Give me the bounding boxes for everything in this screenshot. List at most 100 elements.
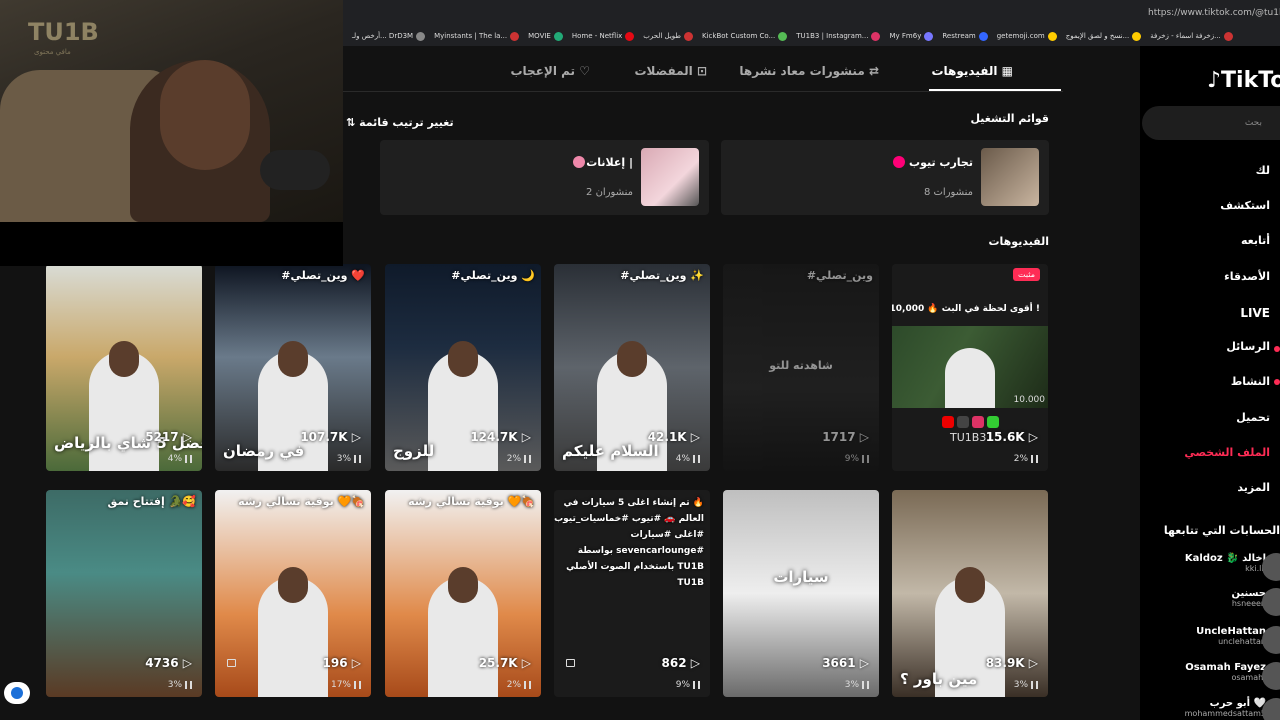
view-count: 196 ▷ (323, 656, 361, 670)
bookmark-favicon-icon (1047, 31, 1057, 41)
following-user[interactable]: Osamah Fayez osamahf (1185, 662, 1280, 690)
video-card[interactable]: مثبت أقوى لحظة في البث 🔥 10,000 متابع ! 10… (892, 264, 1048, 471)
engagement-percent: 3% (844, 680, 859, 690)
video-caption: أقوى لحظة في البث 🔥 10,000 متابع ! (892, 304, 1040, 314)
playlist-card[interactable]: إعلانات | منشوران 2 (380, 140, 709, 215)
tab-videos[interactable]: الفيديوهات ▦ (931, 64, 1013, 78)
bar-chart-icon (524, 681, 531, 689)
video-card[interactable]: بوفية تسالي رشه 🧡🍖 196 ▷ 17% (215, 490, 371, 697)
lock-icon (227, 659, 236, 667)
following-user[interactable]: Kaldoz 🐉 إخالد kki.lk (1184, 553, 1280, 581)
search-input[interactable]: بحث (1142, 106, 1280, 140)
video-card[interactable]: #وين_تصلي 🌙 للزوج 124.7K ▷ 2% (385, 264, 541, 471)
heart-icon: ♡ (579, 64, 590, 78)
bar-chart-icon (862, 455, 869, 463)
video-caption: بوفية تسالي رشه 🧡🍖 (408, 495, 535, 508)
view-count: 5217 ▷ (145, 430, 192, 444)
bookmark-item[interactable]: نسخ و لصق الإيموج... (1066, 31, 1142, 41)
sidebar-item[interactable]: تحميل (1236, 411, 1270, 424)
bookmark-label: أرخص ولـ... DrD3M (352, 32, 414, 40)
sidebar-item[interactable]: المزيد (1237, 481, 1270, 494)
following-user[interactable]: أبو حرب 🤍 mohammedsattam5 (1185, 698, 1280, 720)
bar-chart-icon (693, 455, 700, 463)
bookmark-item[interactable]: Myinstants | The la... (434, 31, 520, 41)
social-icon (987, 416, 999, 428)
bookmark-item[interactable]: طويل الحرب (643, 31, 693, 41)
video-card[interactable]: بوفية تسالي رشه 🧡🍖 25.7K ▷ 2% (385, 490, 541, 697)
tiktok-profile-page: https://www.tiktok.com/@tu1b أرخص ولـ...… (0, 0, 1280, 720)
sidebar-item[interactable]: LIVE (1240, 306, 1270, 320)
sidebar-item[interactable]: الأصدقاء (1224, 270, 1270, 283)
following-name: Kaldoz 🐉 إخالد (1184, 553, 1266, 564)
avatar (1262, 626, 1280, 654)
bookmark-label: Myinstants | The la... (434, 32, 508, 40)
video-card[interactable]: سيارات 3661 ▷ 3% (723, 490, 879, 697)
bookmark-item[interactable]: زخرفة اسماء - زخرفة... (1150, 31, 1233, 41)
view-count-value: 1717 (822, 430, 856, 444)
tab-reposts[interactable]: منشورات معاد نشرها ⇄ (739, 64, 879, 78)
bookmark-label: My Fm6y (889, 32, 922, 40)
following-handle: unclehattan (1218, 637, 1266, 646)
engagement-percent: 2% (506, 680, 521, 690)
bookmark-item[interactable]: TU1B3 | Instagram... (796, 31, 881, 41)
playlist-card[interactable]: تجارب تيوب 8 منشورات (721, 140, 1049, 215)
live-viewer-count: 10.000 (1013, 395, 1046, 405)
heart-eyes-emoji-icon (893, 156, 905, 168)
bookmark-item[interactable]: أرخص ولـ... DrD3M (352, 31, 426, 41)
sidebar-item[interactable]: الملف الشخصي (1184, 446, 1270, 459)
engagement-percent: 9% (675, 680, 690, 690)
view-count: 862 ▷ (662, 656, 700, 670)
video-card[interactable]: أفضل 5 شاي بالرياض5217 ▷4% (46, 264, 202, 471)
following-user[interactable]: UncleHattan unclehattan (1196, 626, 1280, 654)
avatar (1262, 588, 1280, 616)
bar-chart-icon (354, 455, 361, 463)
sidebar-item[interactable]: لك (1256, 164, 1270, 177)
bookmark-item[interactable]: getemoji.com (997, 31, 1057, 41)
sidebar-item[interactable]: استكشف (1220, 199, 1270, 212)
video-caption: #وين_تصلي ❤️ (281, 269, 365, 282)
bookmark-item[interactable]: My Fm6y (889, 31, 934, 41)
tab-label: منشورات معاد نشرها (739, 64, 865, 78)
reorder-playlists-button[interactable]: ⇅ تغيير ترتيب قائمة (346, 116, 454, 129)
tab-favorites[interactable]: المفضلات ⊡ (634, 64, 707, 78)
profile-tabs: الفيديوهات ▦ منشورات معاد نشرها ⇄ المفضل… (343, 46, 1063, 92)
playlist-title: إعلانات | (586, 156, 633, 169)
playlist-thumbnail (641, 148, 699, 206)
floating-extension-button[interactable] (4, 682, 30, 704)
bookmark-favicon-icon (871, 31, 881, 41)
sidebar-item[interactable]: أتابعه (1241, 234, 1270, 247)
bookmark-item[interactable]: MOVIE (528, 31, 563, 41)
video-title-overlay: سيارات (773, 568, 829, 586)
video-card[interactable]: 🔥 تم إنشاء اغلى 5 سيارات في العالم 🚗 #تي… (554, 490, 710, 697)
video-card[interactable]: #وين_تصلي شاهدته للتو 1717 ▷ 9% (723, 264, 879, 471)
video-title-overlay: السلام عليكم (562, 442, 659, 460)
tiktok-logo[interactable]: ♪TikTok (1207, 68, 1280, 93)
video-card[interactable]: مين باور ؟ 83.9K ▷ 3% (892, 490, 1048, 697)
view-count: 124.7K ▷ (470, 430, 531, 444)
bookmark-item[interactable]: Home - Netflix (572, 31, 635, 41)
video-caption: 🔥 تم إنشاء اغلى 5 سيارات في العالم 🚗 #تي… (554, 498, 704, 588)
sidebar-item[interactable]: الرسائل (1226, 340, 1270, 353)
bookmark-item[interactable]: KickBot Custom Co... (702, 31, 788, 41)
following-handle: hsneeen (1231, 599, 1266, 608)
view-count-value: 5217 (145, 430, 179, 444)
view-count-value: 862 (661, 656, 687, 670)
avatar (1262, 553, 1280, 581)
social-icon (957, 416, 969, 428)
view-count-value: 124.7K (470, 430, 518, 444)
engagement-percent: 4% (167, 454, 182, 464)
play-icon: ▷ (686, 430, 700, 444)
video-card[interactable]: #وين_تصلي ❤️ في رمضان 107.7K ▷ 3% (215, 264, 371, 471)
tab-liked[interactable]: تم الإعجاب ♡ (510, 64, 590, 78)
person-figure (258, 567, 328, 697)
following-user[interactable]: حسنين hsneeen (1231, 588, 1280, 616)
address-bar[interactable]: https://www.tiktok.com/@tu1b (1148, 8, 1280, 18)
bookmark-item[interactable]: Restream (942, 31, 988, 41)
bar-chart-icon (1031, 455, 1038, 463)
video-card[interactable]: #وين_تصلي ✨ السلام عليكم 42.1K ▷ 4% (554, 264, 710, 471)
video-title-overlay: في رمضان (223, 442, 305, 460)
view-count-value: 15.6K (985, 430, 1025, 444)
sidebar-item[interactable]: النشاط (1231, 375, 1270, 388)
bookmark-favicon-icon (1223, 31, 1233, 41)
video-card[interactable]: إفتتاح نمق 🐊🥰 4736 ▷ 3% (46, 490, 202, 697)
